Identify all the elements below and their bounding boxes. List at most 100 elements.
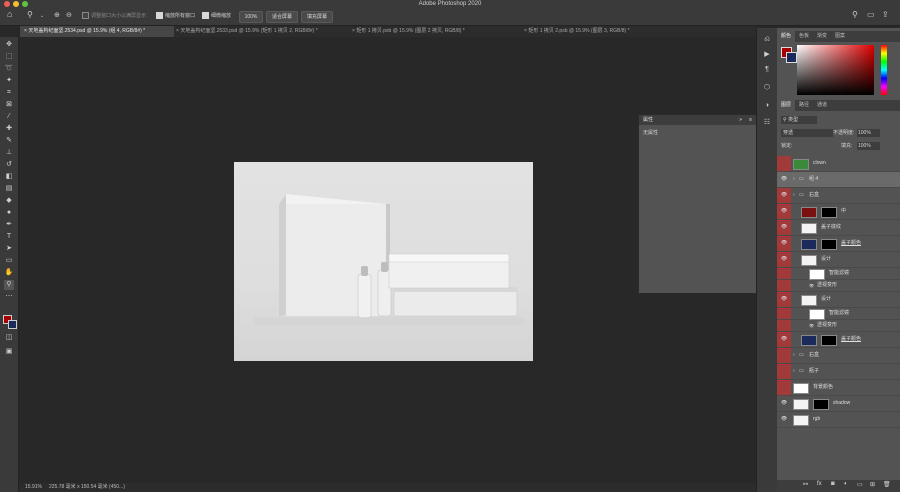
- lasso-tool-icon[interactable]: ➰: [4, 64, 14, 74]
- healing-brush-tool-icon[interactable]: ✚: [4, 124, 14, 134]
- marquee-tool-icon[interactable]: ⬚: [4, 52, 14, 62]
- layer-row[interactable]: 👁 盖子颜色: [777, 236, 900, 252]
- zoom-readout[interactable]: 15.91%: [25, 483, 42, 492]
- screen-mode-icon[interactable]: ▣: [4, 347, 14, 357]
- layer-row[interactable]: 👁 透视变形: [777, 280, 900, 292]
- visibility-eye-icon[interactable]: 👁: [780, 172, 788, 187]
- magic-wand-tool-icon[interactable]: ✦: [4, 76, 14, 86]
- visibility-eye-icon[interactable]: 👁: [780, 332, 788, 347]
- tab-patterns[interactable]: 图案: [831, 31, 849, 42]
- layer-row[interactable]: › ▭ 瓶子: [777, 364, 900, 380]
- actions-icon[interactable]: ▶: [762, 50, 772, 60]
- gradient-tool-icon[interactable]: ▤: [4, 184, 14, 194]
- layer-row[interactable]: 👁 透视变形: [777, 320, 900, 332]
- chevron-right-icon[interactable]: ›: [793, 188, 795, 203]
- zoom-tool-icon[interactable]: ⚲: [27, 10, 33, 19]
- layer-row[interactable]: 👁 rgb: [777, 412, 900, 428]
- tab-color[interactable]: 颜色: [777, 31, 796, 42]
- visibility-eye-icon[interactable]: [780, 280, 788, 291]
- properties-icon[interactable]: ☷: [762, 118, 772, 128]
- visibility-eye-icon[interactable]: 👁: [780, 412, 788, 427]
- hue-slider[interactable]: [881, 45, 887, 95]
- tab-paths[interactable]: 路径: [795, 100, 813, 111]
- history-brush-tool-icon[interactable]: ↺: [4, 160, 14, 170]
- blend-mode-select[interactable]: 穿透: [781, 129, 833, 137]
- document-image[interactable]: [234, 162, 533, 361]
- tab-gradients[interactable]: 渐变: [813, 31, 831, 42]
- pen-tool-icon[interactable]: ✒: [4, 220, 14, 230]
- layer-row[interactable]: 智能滤镜: [777, 268, 900, 280]
- brush-tool-icon[interactable]: ✎: [4, 136, 14, 146]
- layer-row[interactable]: 👁 设计: [777, 252, 900, 268]
- folder-icon[interactable]: ▭: [857, 481, 863, 488]
- opacity-input[interactable]: 100%: [857, 129, 880, 137]
- collapse-icon[interactable]: »: [739, 115, 742, 125]
- paragraph-icon[interactable]: ¶: [762, 65, 772, 75]
- fill-input[interactable]: 100%: [857, 142, 880, 150]
- visibility-eye-icon[interactable]: 👁: [780, 204, 788, 219]
- crop-tool-icon[interactable]: ⌗: [4, 88, 14, 98]
- zoom-in-icon[interactable]: ⊕: [54, 11, 60, 20]
- zoom-value-button[interactable]: 100%: [239, 11, 263, 23]
- layer-row[interactable]: 👁 › ▭ 右盒: [777, 188, 900, 204]
- document-size-readout[interactable]: 225.78 毫米 x 150.54 毫米 (450...): [49, 483, 125, 492]
- search-icon[interactable]: ⚲: [852, 10, 858, 19]
- new-layer-icon[interactable]: ⊞: [870, 481, 875, 488]
- rectangle-tool-icon[interactable]: ▭: [4, 256, 14, 266]
- panel-menu-icon[interactable]: ≡: [749, 115, 752, 125]
- layer-row[interactable]: clown: [777, 156, 900, 172]
- frame-tool-icon[interactable]: ⊠: [4, 100, 14, 110]
- blur-tool-icon[interactable]: ◆: [4, 196, 14, 206]
- layer-row[interactable]: 👁 盖子底纹: [777, 220, 900, 236]
- share-icon[interactable]: ⇪: [882, 10, 889, 19]
- hand-tool-icon[interactable]: ✋: [4, 268, 14, 278]
- visibility-eye-icon[interactable]: [780, 348, 788, 363]
- visibility-eye-icon[interactable]: 👁: [780, 396, 788, 411]
- layer-row[interactable]: 👁 中: [777, 204, 900, 220]
- visibility-eye-icon[interactable]: [780, 156, 788, 171]
- layer-row[interactable]: 👁 shadow: [777, 396, 900, 412]
- filter-visibility-icon[interactable]: 👁: [809, 280, 814, 291]
- history-icon[interactable]: ⎌: [762, 35, 772, 45]
- tab-document-4[interactable]: × 矩形 1 拷贝 2.psb @ 15.9% (图层 3, RGB/8) *: [520, 26, 694, 37]
- layer-row[interactable]: › ▭ 右盒: [777, 348, 900, 364]
- tab-document-2[interactable]: × 天地盖构纪面坚.2533.psd @ 15.9% (矩形 1 拷贝 2, R…: [172, 26, 349, 37]
- eraser-tool-icon[interactable]: ◧: [4, 172, 14, 182]
- visibility-eye-icon[interactable]: 👁: [780, 188, 788, 203]
- dodge-tool-icon[interactable]: ●: [4, 208, 14, 218]
- tab-document-3[interactable]: × 矩形 1 拷贝.psb @ 15.9% (图层 2 拷贝, RGB/8) *: [348, 26, 522, 37]
- visibility-eye-icon[interactable]: 👁: [780, 292, 788, 307]
- layer-row[interactable]: 👁 设计: [777, 292, 900, 308]
- stamp-tool-icon[interactable]: ⊥: [4, 148, 14, 158]
- visibility-eye-icon[interactable]: 👁: [780, 220, 788, 235]
- resize-windows-checkbox[interactable]: 调整窗口大小以满屏显示: [82, 12, 146, 21]
- path-selection-tool-icon[interactable]: ➤: [4, 244, 14, 254]
- mask-icon[interactable]: ◙: [831, 481, 835, 487]
- move-tool-icon[interactable]: ✥: [4, 40, 14, 50]
- zoom-tool-icon[interactable]: ⚲: [4, 280, 14, 290]
- tab-document-1[interactable]: × 天地盖构纪面坚.2534.psd @ 15.9% (组 4, RGB/8#)…: [20, 26, 174, 37]
- quick-mask-icon[interactable]: ◫: [4, 333, 14, 343]
- visibility-eye-icon[interactable]: [780, 308, 788, 319]
- chevron-right-icon[interactable]: ›: [793, 348, 795, 363]
- tab-swatches[interactable]: 色板: [795, 31, 813, 42]
- type-tool-icon[interactable]: T: [4, 232, 14, 242]
- zoom-all-windows-checkbox[interactable]: 缩放所有窗口: [156, 12, 195, 21]
- color-picker-field[interactable]: [797, 45, 874, 95]
- layer-row[interactable]: 👁 盖子颜色: [777, 332, 900, 348]
- fill-screen-button[interactable]: 填充屏幕: [301, 11, 333, 23]
- filter-visibility-icon[interactable]: 👁: [809, 320, 814, 331]
- fx-icon[interactable]: fx: [817, 481, 822, 487]
- color-bg-swatch[interactable]: [786, 52, 797, 63]
- scrubby-zoom-checkbox[interactable]: 细微缩放: [202, 12, 231, 21]
- chevron-down-icon[interactable]: ⌄: [40, 12, 44, 21]
- adjustment-icon[interactable]: ◐: [844, 481, 848, 487]
- tab-layers[interactable]: 图层: [777, 100, 796, 111]
- background-color-swatch[interactable]: [8, 320, 17, 329]
- more-tools-icon[interactable]: ⋯: [4, 292, 14, 302]
- layer-row[interactable]: 背景颜色: [777, 380, 900, 396]
- visibility-eye-icon[interactable]: 👁: [780, 252, 788, 267]
- zoom-out-icon[interactable]: ⊖: [66, 11, 72, 20]
- trash-icon[interactable]: 🗑: [883, 481, 891, 488]
- visibility-eye-icon[interactable]: 👁: [780, 236, 788, 251]
